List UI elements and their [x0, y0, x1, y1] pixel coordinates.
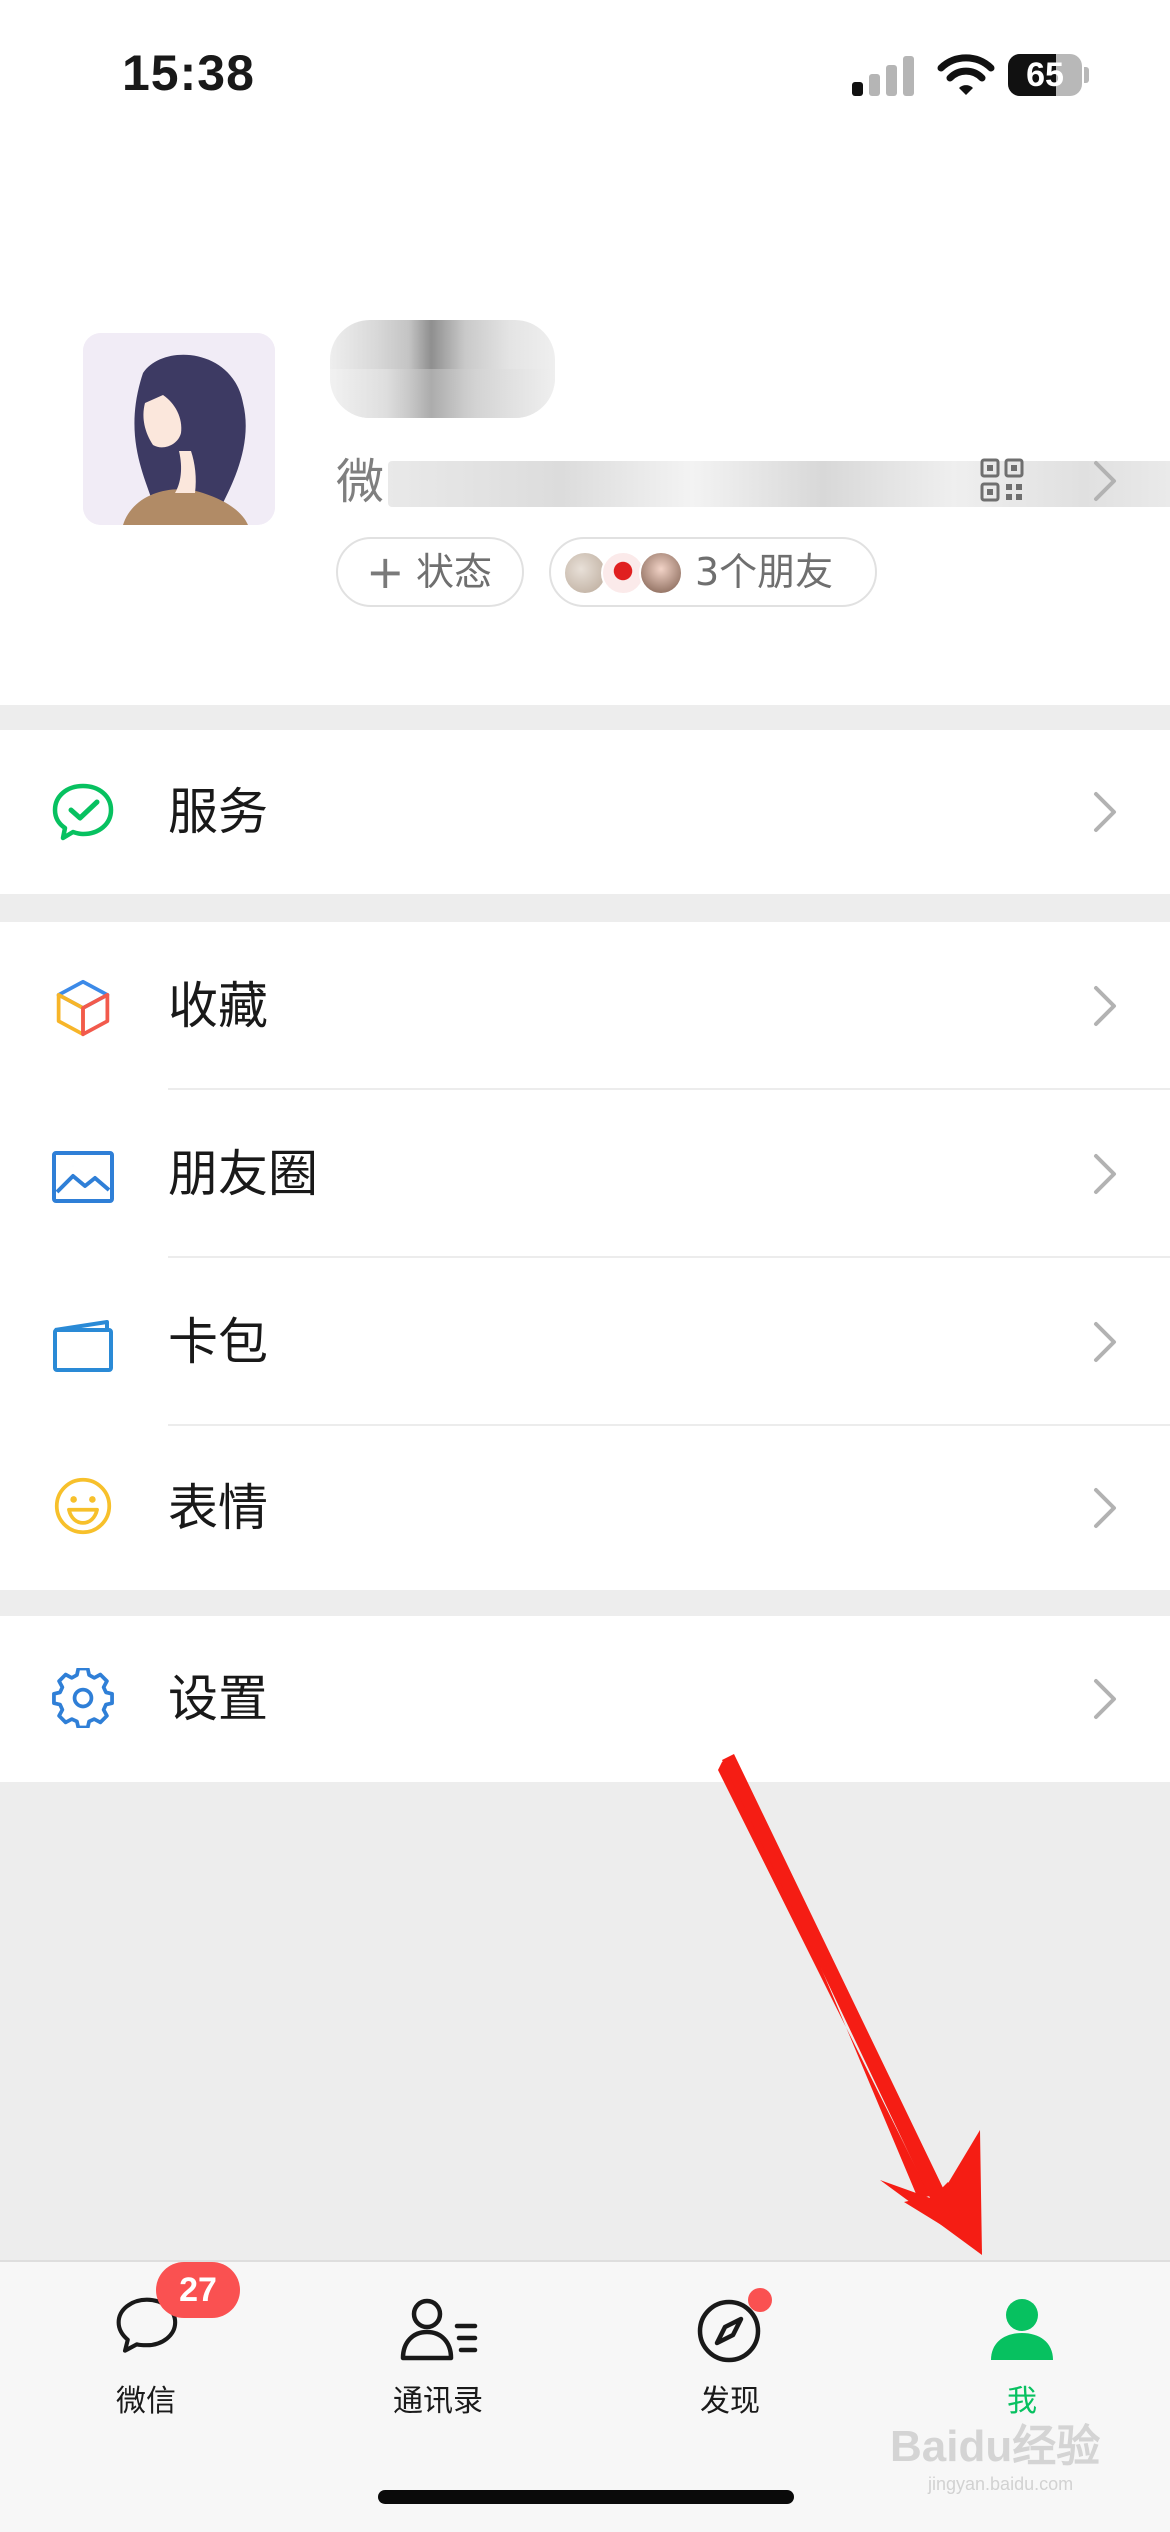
discover-notification-dot — [748, 2288, 772, 2312]
cellular-signal-icon — [852, 56, 914, 96]
tab-discover[interactable]: 发现 — [584, 2262, 876, 2432]
menu-item-stickers[interactable]: 表情 — [0, 1426, 1170, 1590]
red-annotation-arrow-icon — [718, 1754, 982, 2255]
features-card: 收藏 朋友圈 卡包 表情 — [0, 922, 1170, 1590]
plus-icon: + — [366, 545, 405, 599]
tab-discover-label: 发现 — [700, 2384, 760, 2419]
menu-item-services[interactable]: 服务 — [0, 730, 1170, 894]
status-bar: 15:38 65 — [0, 0, 1170, 150]
status-chip-label: 状态 — [416, 550, 493, 594]
favorites-cube-icon — [56, 979, 110, 1037]
cards-label: 卡包 — [168, 1313, 268, 1371]
menu-item-settings[interactable]: 设置 — [0, 1616, 1170, 1782]
card-wallet-icon — [53, 1320, 113, 1372]
chevron-right-icon — [1094, 792, 1116, 832]
moments-photo-icon — [52, 1151, 114, 1203]
tab-chats-label: 微信 — [116, 2384, 176, 2419]
moments-label: 朋友圈 — [168, 1145, 318, 1203]
friends-status-chip[interactable]: 3个朋友 — [549, 537, 877, 607]
profile-header[interactable]: 微 + 状态 3个朋友 — [0, 150, 1170, 705]
tab-me[interactable]: 我 — [876, 2262, 1168, 2432]
tab-contacts-label: 通讯录 — [393, 2384, 483, 2419]
favorites-label: 收藏 — [168, 977, 268, 1035]
wifi-icon — [937, 54, 995, 95]
chevron-right-icon — [1094, 1322, 1116, 1362]
watermark: Baidu经验 — [890, 2422, 1101, 2471]
qr-code-icon[interactable] — [980, 458, 1024, 502]
wechat-id-blurred — [388, 461, 1170, 507]
menu-item-cards[interactable]: 卡包 — [0, 1258, 1170, 1426]
status-time: 15:38 — [122, 45, 255, 101]
status-chip[interactable]: + 状态 — [336, 537, 524, 607]
wechat-me-page: 15:38 65 微 + 状态 3个朋友 服务 收藏 朋友圈 卡包 表情 设置 … — [0, 0, 1170, 2532]
chevron-right-icon — [1094, 1154, 1116, 1194]
nickname-blurred — [330, 320, 555, 418]
battery-indicator: 65 — [1008, 54, 1089, 96]
person-icon — [991, 2299, 1053, 2360]
services-label: 服务 — [168, 783, 268, 841]
contacts-icon — [400, 2298, 478, 2361]
unread-badge: 27 — [156, 2262, 240, 2318]
gear-icon — [52, 1668, 114, 1728]
chevron-right-icon — [1094, 461, 1116, 501]
friends-chip-label: 3个朋友 — [695, 550, 834, 594]
tab-contacts[interactable]: 通讯录 — [292, 2262, 584, 2432]
stickers-label: 表情 — [168, 1479, 268, 1537]
chevron-right-icon — [1094, 1679, 1116, 1719]
avatar-illustration — [83, 333, 275, 525]
menu-item-favorites[interactable]: 收藏 — [0, 922, 1170, 1090]
chevron-right-icon — [1094, 1488, 1116, 1528]
wechat-id-label: 微 — [336, 454, 385, 510]
avatar[interactable] — [83, 333, 275, 525]
tab-chats[interactable]: 微信 — [0, 2262, 292, 2432]
services-icon — [52, 783, 114, 841]
smiley-icon — [54, 1477, 112, 1535]
settings-card: 设置 — [0, 1616, 1170, 1782]
services-card: 服务 — [0, 730, 1170, 894]
settings-label: 设置 — [168, 1670, 268, 1728]
menu-item-moments[interactable]: 朋友圈 — [0, 1090, 1170, 1258]
home-indicator — [378, 2490, 794, 2504]
watermark-subtext: jingyan.baidu.com — [928, 2474, 1074, 2494]
battery-level: 65 — [1026, 56, 1064, 94]
chevron-right-icon — [1094, 986, 1116, 1026]
friend-avatar-3 — [639, 551, 683, 595]
